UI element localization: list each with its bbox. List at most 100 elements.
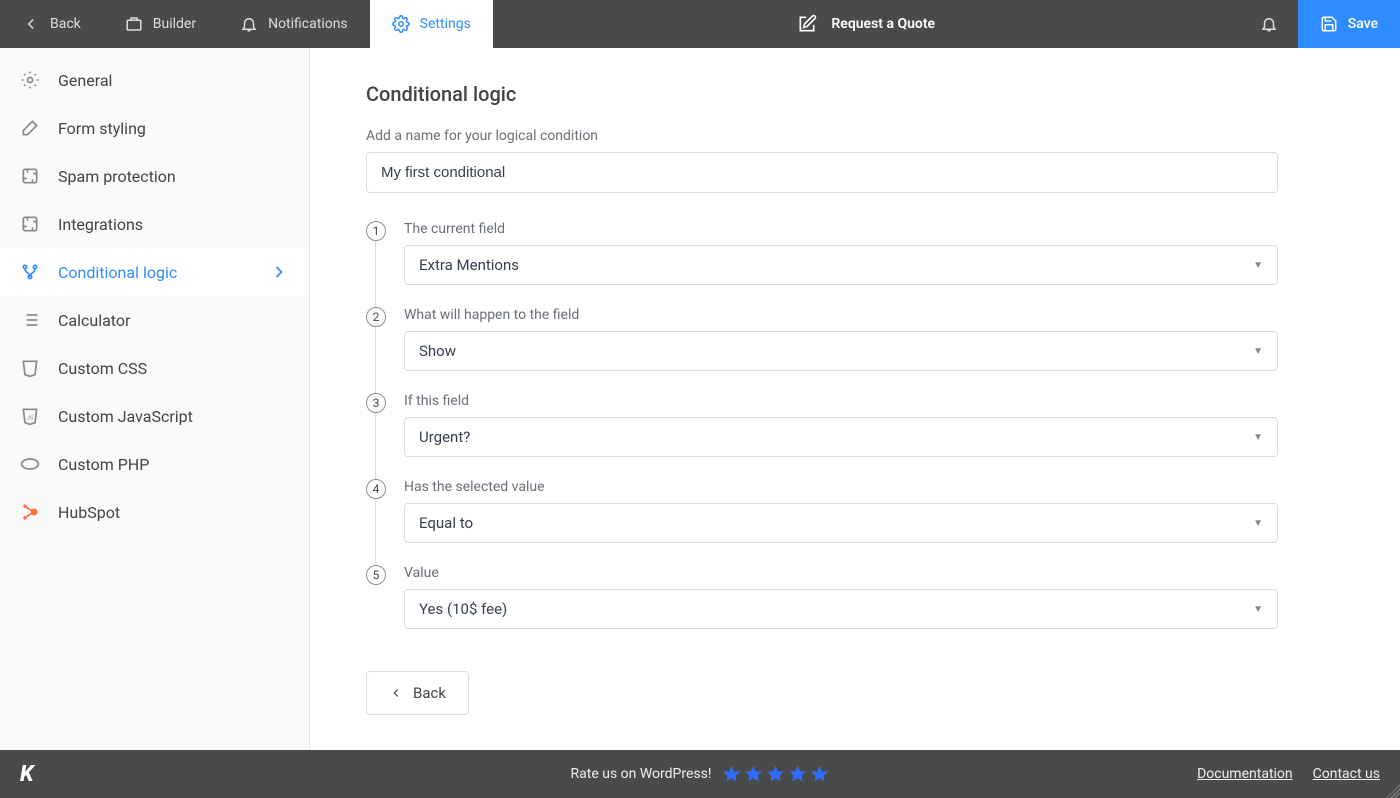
sidebar-item-label: Custom PHP xyxy=(58,455,149,474)
sidebar-item-label: Custom CSS xyxy=(58,359,147,378)
resize-handle-icon[interactable] xyxy=(1386,784,1400,798)
select-value: Yes (10$ fee) xyxy=(419,600,507,618)
documentation-link[interactable]: Documentation xyxy=(1197,766,1293,782)
select-value: Extra Mentions xyxy=(419,256,519,274)
star-icon xyxy=(809,764,829,784)
notifications-bell-button[interactable] xyxy=(1240,0,1298,48)
sidebar-item-label: Custom JavaScript xyxy=(58,407,193,426)
star-icon xyxy=(765,764,785,784)
svg-text:JS: JS xyxy=(27,415,34,421)
brand-logo: K xyxy=(20,762,33,787)
star-icon xyxy=(743,764,763,784)
chevron-right-icon xyxy=(269,262,289,282)
star-icon xyxy=(787,764,807,784)
branch-icon xyxy=(20,262,40,282)
page-title-bar: Request a Quote xyxy=(493,0,1240,48)
star-icon xyxy=(721,764,741,784)
gear-icon xyxy=(20,70,40,90)
value-select[interactable]: Yes (10$ fee) ▼ xyxy=(404,589,1278,629)
step-5: 5 Value Yes (10$ fee) ▼ xyxy=(366,565,1278,629)
puzzle-icon xyxy=(20,166,40,186)
sidebar: General Form styling Spam protection Int… xyxy=(0,48,310,750)
builder-label: Builder xyxy=(153,16,196,32)
contact-link[interactable]: Contact us xyxy=(1313,766,1380,782)
list-icon xyxy=(20,310,40,330)
tab-builder[interactable]: Builder xyxy=(103,0,218,48)
save-label: Save xyxy=(1348,16,1378,32)
sidebar-item-label: Spam protection xyxy=(58,167,176,186)
sidebar-item-hubspot[interactable]: HubSpot xyxy=(0,488,309,536)
sidebar-item-spam-protection[interactable]: Spam protection xyxy=(0,152,309,200)
sidebar-item-integrations[interactable]: Integrations xyxy=(0,200,309,248)
caret-down-icon: ▼ xyxy=(1253,518,1263,529)
if-field-select[interactable]: Urgent? ▼ xyxy=(404,417,1278,457)
step-label: Value xyxy=(404,565,1278,581)
sidebar-item-label: HubSpot xyxy=(58,503,120,522)
tab-notifications[interactable]: Notifications xyxy=(218,0,370,48)
bell-icon xyxy=(240,15,258,33)
content: Conditional logic Add a name for your lo… xyxy=(310,48,1400,750)
section-title: Conditional logic xyxy=(366,82,1344,106)
steps-list: 1 The current field Extra Mentions ▼ 2 W… xyxy=(366,221,1278,629)
back-to-list-button[interactable]: Back xyxy=(366,671,469,715)
bell-icon xyxy=(1260,15,1278,33)
caret-down-icon: ▼ xyxy=(1253,432,1263,443)
step-number: 3 xyxy=(366,393,386,413)
js-icon: JS xyxy=(20,406,40,426)
sidebar-item-custom-php[interactable]: Custom PHP xyxy=(0,440,309,488)
step-label: The current field xyxy=(404,221,1278,237)
sidebar-item-label: Calculator xyxy=(58,311,130,330)
step-label: What will happen to the field xyxy=(404,307,1278,323)
hubspot-icon xyxy=(20,502,40,522)
comparison-select[interactable]: Equal to ▼ xyxy=(404,503,1278,543)
sidebar-item-custom-js[interactable]: JS Custom JavaScript xyxy=(0,392,309,440)
tab-settings[interactable]: Settings xyxy=(370,0,493,48)
step-number: 5 xyxy=(366,565,386,585)
sidebar-item-form-styling[interactable]: Form styling xyxy=(0,104,309,152)
current-field-select[interactable]: Extra Mentions ▼ xyxy=(404,245,1278,285)
save-button[interactable]: Save xyxy=(1298,0,1400,48)
sidebar-item-label: Form styling xyxy=(58,119,146,138)
action-select[interactable]: Show ▼ xyxy=(404,331,1278,371)
conditional-name-input[interactable] xyxy=(366,152,1278,193)
sidebar-item-label: Conditional logic xyxy=(58,263,177,282)
step-label: Has the selected value xyxy=(404,479,1278,495)
select-value: Urgent? xyxy=(419,428,470,446)
main: General Form styling Spam protection Int… xyxy=(0,48,1400,750)
chevron-left-icon xyxy=(389,686,403,700)
step-number: 1 xyxy=(366,221,386,241)
star-rating[interactable] xyxy=(721,764,829,784)
sidebar-item-conditional-logic[interactable]: Conditional logic xyxy=(0,248,309,296)
sidebar-item-general[interactable]: General xyxy=(0,56,309,104)
css-icon xyxy=(20,358,40,378)
step-number: 2 xyxy=(366,307,386,327)
step-label: If this field xyxy=(404,393,1278,409)
sidebar-item-custom-css[interactable]: Custom CSS xyxy=(0,344,309,392)
sidebar-item-label: General xyxy=(58,71,112,90)
sidebar-item-calculator[interactable]: Calculator xyxy=(0,296,309,344)
caret-down-icon: ▼ xyxy=(1253,604,1263,615)
puzzle-icon xyxy=(20,214,40,234)
brush-icon xyxy=(20,118,40,138)
back-label: Back xyxy=(413,684,446,702)
name-label: Add a name for your logical condition xyxy=(366,128,1344,144)
save-icon xyxy=(1320,15,1338,33)
builder-icon xyxy=(125,15,143,33)
step-4: 4 Has the selected value Equal to ▼ xyxy=(366,479,1278,543)
edit-icon xyxy=(797,14,817,34)
page-title: Request a Quote xyxy=(831,16,935,32)
chevron-left-icon xyxy=(22,15,40,33)
select-value: Show xyxy=(419,342,456,360)
back-button[interactable]: Back xyxy=(0,0,103,48)
topbar: Back Builder Notifications Settings Requ… xyxy=(0,0,1400,48)
settings-label: Settings xyxy=(420,16,471,32)
gear-icon xyxy=(392,15,410,33)
caret-down-icon: ▼ xyxy=(1253,260,1263,271)
back-label: Back xyxy=(50,16,81,32)
step-number: 4 xyxy=(366,479,386,499)
footer: K Rate us on WordPress! Documentation Co… xyxy=(0,750,1400,798)
step-1: 1 The current field Extra Mentions ▼ xyxy=(366,221,1278,285)
sidebar-item-label: Integrations xyxy=(58,215,143,234)
step-2: 2 What will happen to the field Show ▼ xyxy=(366,307,1278,371)
select-value: Equal to xyxy=(419,514,473,532)
